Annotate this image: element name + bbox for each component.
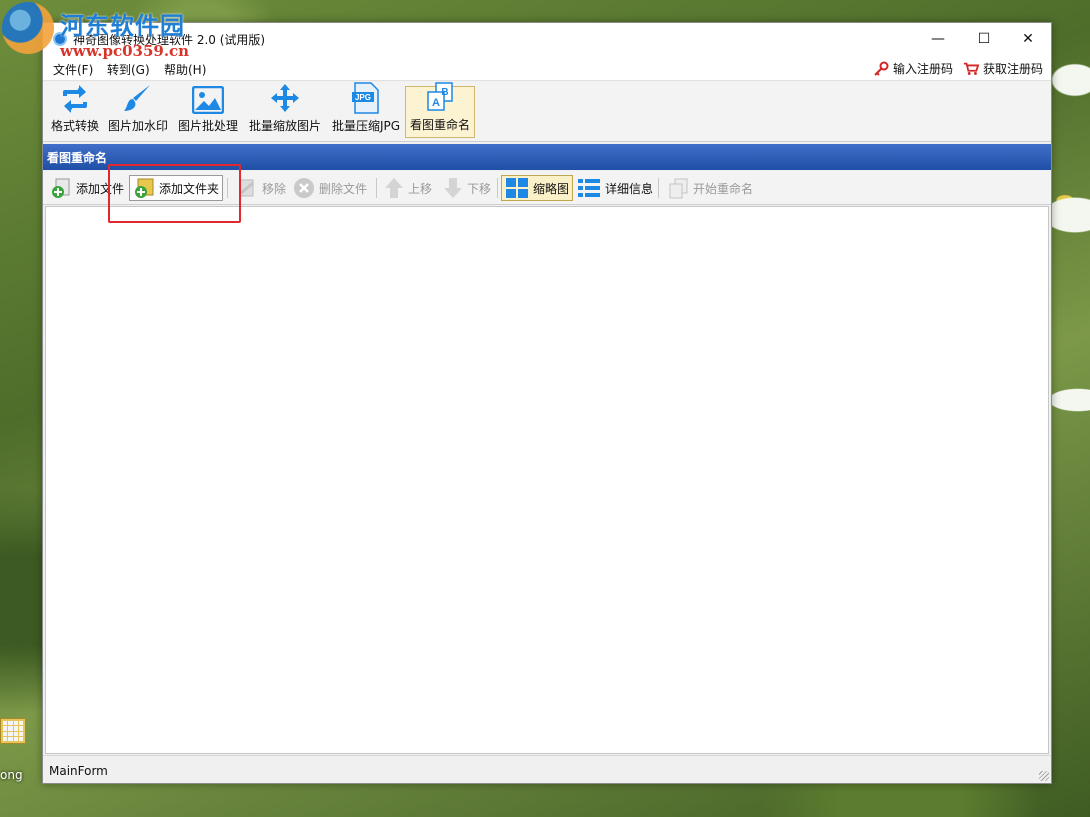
toolbar-separator — [658, 178, 659, 198]
tool-compress-jpg[interactable]: JPG 批量压缩JPG — [329, 82, 403, 138]
start-rename-button[interactable]: 开始重命名 — [664, 175, 756, 201]
arrow-down-icon — [444, 178, 462, 198]
details-view-button[interactable]: 详细信息 — [574, 175, 656, 201]
move-up-label: 上移 — [408, 181, 433, 196]
get-code-link[interactable]: 获取注册码 — [963, 60, 1043, 77]
key-icon — [874, 61, 889, 76]
cart-icon — [963, 62, 979, 75]
tool-view-rename[interactable]: A B 看图重命名 — [405, 82, 475, 138]
resize-grip[interactable] — [1039, 771, 1049, 781]
highlight-annotation — [108, 164, 241, 223]
toolbar-separator — [497, 178, 498, 198]
svg-text:JPG: JPG — [355, 93, 371, 102]
move-down-button[interactable]: 下移 — [440, 175, 494, 201]
svg-text:B: B — [441, 87, 448, 98]
remove-label: 移除 — [262, 181, 287, 196]
details-view-label: 详细信息 — [605, 181, 654, 196]
tool-label: 图片批处理 — [177, 119, 238, 133]
list-view-icon — [578, 179, 600, 197]
enter-code-label: 输入注册码 — [893, 62, 954, 76]
tool-batch-process[interactable]: 图片批处理 — [175, 86, 241, 138]
watermark-site-name: 河东软件园 — [60, 11, 185, 40]
svg-text:A: A — [432, 97, 440, 109]
convert-icon — [58, 84, 92, 114]
thumbnail-view-button[interactable]: 缩略图 — [501, 175, 574, 201]
close-button[interactable]: ✕ — [1005, 23, 1051, 55]
move-up-button[interactable]: 上移 — [381, 175, 435, 201]
tool-label: 批量缩放图片 — [248, 119, 321, 133]
menu-file[interactable]: 文件(F) — [53, 61, 93, 78]
jpg-file-icon: JPG — [349, 82, 383, 114]
menu-help[interactable]: 帮助(H) — [164, 61, 206, 78]
image-icon — [191, 86, 225, 114]
remove-button[interactable]: 移除 — [233, 175, 289, 201]
enter-code-link[interactable]: 输入注册码 — [873, 60, 953, 77]
add-file-icon — [52, 178, 70, 198]
status-bar: MainForm — [43, 755, 1051, 783]
main-toolbar: 格式转换 图片加水印 图片批处理 批量缩放图片 JPG 批量压缩JPG A B … — [43, 82, 1051, 142]
move-arrows-icon — [268, 82, 302, 114]
start-rename-icon — [669, 178, 688, 199]
menu-bar: 文件(F) 转到(G) 帮助(H) 输入注册码 获取注册码 — [43, 55, 1051, 81]
move-down-label: 下移 — [467, 181, 492, 196]
start-rename-label: 开始重命名 — [693, 181, 754, 196]
delete-icon — [294, 178, 314, 198]
tool-label: 图片加水印 — [107, 119, 168, 133]
tool-label: 批量压缩JPG — [331, 119, 401, 133]
title-bar[interactable]: 神奇图像转换处理软件 2.0 (试用版) — ☐ ✕ — [43, 23, 1051, 55]
rename-icon: A B — [423, 81, 457, 113]
thumbnail-view-label: 缩略图 — [533, 181, 570, 196]
app-window: 神奇图像转换处理软件 2.0 (试用版) — ☐ ✕ 文件(F) 转到(G) 帮… — [42, 22, 1052, 784]
tool-batch-resize[interactable]: 批量缩放图片 — [245, 84, 325, 138]
status-text: MainForm — [49, 764, 108, 778]
minimize-button[interactable]: — — [915, 23, 961, 55]
toolbar-separator — [376, 178, 377, 198]
tool-add-watermark[interactable]: 图片加水印 — [105, 85, 171, 138]
delete-file-button[interactable]: 删除文件 — [290, 175, 370, 201]
grid-view-icon — [506, 178, 528, 198]
file-list-area[interactable] — [45, 206, 1049, 754]
desktop-shortcut-label: ong — [0, 768, 23, 782]
watermark-url: www.pc0359.cn — [60, 42, 190, 60]
brush-icon — [121, 82, 155, 114]
menu-goto[interactable]: 转到(G) — [107, 61, 150, 78]
tool-label: 格式转换 — [50, 119, 99, 133]
arrow-up-icon — [385, 178, 403, 198]
delete-file-label: 删除文件 — [319, 181, 368, 196]
get-code-label: 获取注册码 — [983, 62, 1044, 76]
maximize-button[interactable]: ☐ — [961, 23, 1007, 55]
watermark-logo — [2, 2, 54, 54]
tool-label: 看图重命名 — [409, 118, 470, 132]
tool-format-convert[interactable]: 格式转换 — [47, 84, 103, 138]
desktop-shortcut-icon[interactable] — [0, 718, 30, 758]
